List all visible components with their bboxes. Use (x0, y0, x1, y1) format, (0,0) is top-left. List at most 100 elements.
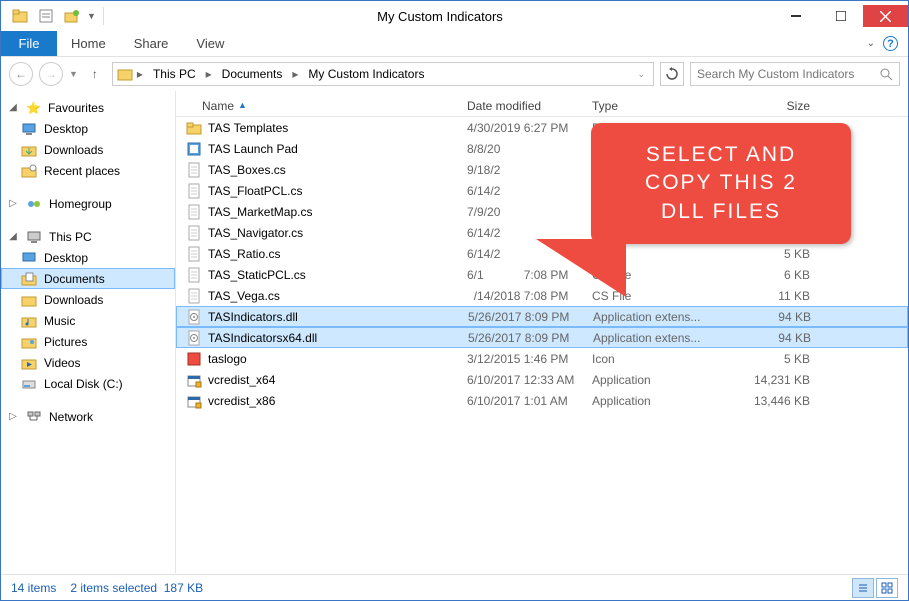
view-icons-button[interactable] (876, 578, 898, 598)
crumb-thispc[interactable]: This PC (147, 63, 202, 85)
back-button[interactable]: ← (9, 62, 33, 86)
minimize-button[interactable] (773, 5, 818, 27)
quick-access-toolbar: ▼ (1, 5, 107, 27)
star-icon: ⭐ (26, 101, 41, 115)
desktop-icon (21, 121, 37, 137)
qat-chevron-icon[interactable]: ▼ (87, 11, 96, 21)
file-row[interactable]: taslogo3/12/2015 1:46 PMIcon5 KB (176, 348, 908, 369)
forward-button[interactable]: → (39, 62, 63, 86)
crumb-arrow-icon[interactable]: ▸ (135, 67, 145, 81)
file-date-cell: 6/10/2017 12:33 AM (461, 373, 586, 387)
file-size-cell: 14,231 KB (706, 373, 816, 387)
tab-home[interactable]: Home (57, 31, 120, 56)
file-row[interactable]: vcredist_x866/10/2017 1:01 AMApplication… (176, 390, 908, 411)
qat-newfolder-icon[interactable] (61, 5, 83, 27)
nav-pc-downloads[interactable]: Downloads (1, 289, 175, 310)
nav-homegroup[interactable]: ▷Homegroup (1, 193, 175, 214)
status-item-count: 14 items (11, 581, 56, 595)
view-details-button[interactable] (852, 578, 874, 598)
file-name-cell: TAS_StaticPCL.cs (176, 267, 461, 283)
file-size-cell: 94 KB (707, 331, 817, 345)
file-date-cell: 3/12/2015 1:46 PM (461, 352, 586, 366)
dll-icon (186, 309, 202, 325)
refresh-button[interactable] (660, 62, 684, 86)
callout-line: COPY THIS 2 (605, 169, 837, 197)
nav-pc-music[interactable]: Music (1, 310, 175, 331)
tab-share[interactable]: Share (120, 31, 183, 56)
file-date-cell: 4/30/2019 6:27 PM (461, 121, 586, 135)
desktop-icon (21, 250, 37, 266)
file-size-cell: 5 KB (706, 352, 816, 366)
crumb-arrow-icon[interactable]: ▸ (290, 67, 300, 81)
file-type-cell: Application extens... (587, 331, 707, 345)
homegroup-icon (26, 196, 42, 212)
file-name-cell: TAS Launch Pad (176, 141, 461, 157)
file-type-cell: Application (586, 373, 706, 387)
file-date-cell: 6/10/2017 1:01 AM (461, 394, 586, 408)
callout-line: DLL FILES (605, 198, 837, 226)
search-box[interactable] (690, 62, 900, 86)
ribbon-chevron-icon[interactable]: ⌄ (867, 38, 875, 49)
tab-file[interactable]: File (1, 31, 57, 56)
nav-thispc[interactable]: ◢This PC (1, 226, 175, 247)
colheader-date[interactable]: Date modified (461, 99, 586, 113)
nav-pc-pictures[interactable]: Pictures (1, 331, 175, 352)
file-name: TASIndicators.dll (208, 310, 298, 324)
file-row[interactable]: TASIndicators.dll5/26/2017 8:09 PMApplic… (176, 306, 908, 327)
nav-pc-localdisk[interactable]: Local Disk (C:) (1, 373, 175, 394)
nav-pc-desktop[interactable]: Desktop (1, 247, 175, 268)
crumb-arrow-icon[interactable]: ▸ (204, 67, 214, 81)
history-chevron-icon[interactable]: ▼ (69, 69, 78, 79)
music-icon (21, 313, 37, 329)
status-selected-count: 2 items selected (70, 581, 157, 595)
file-name-cell: vcredist_x64 (176, 372, 461, 388)
file-name: TAS_StaticPCL.cs (208, 268, 306, 282)
help-icon[interactable]: ? (883, 36, 898, 51)
search-input[interactable] (697, 67, 880, 81)
nav-pc-documents[interactable]: Documents (1, 268, 175, 289)
breadcrumb-folder-icon (117, 66, 133, 82)
nav-fav-desktop[interactable]: Desktop (1, 118, 175, 139)
cs-icon (186, 288, 202, 304)
up-button[interactable]: ↑ (84, 63, 106, 85)
folder-icon (9, 5, 31, 27)
file-name-cell: TAS_Navigator.cs (176, 225, 461, 241)
recent-icon (21, 163, 37, 179)
qat-properties-icon[interactable] (35, 5, 57, 27)
file-row[interactable]: vcredist_x646/10/2017 12:33 AMApplicatio… (176, 369, 908, 390)
crumb-current[interactable]: My Custom Indicators (302, 63, 430, 85)
nav-pane[interactable]: ◢⭐Favourites Desktop Downloads Recent pl… (1, 91, 176, 573)
file-name-cell: TAS_Ratio.cs (176, 246, 461, 262)
disk-icon (21, 376, 37, 392)
qat-separator (103, 7, 104, 25)
callout-box: SELECT AND COPY THIS 2 DLL FILES (591, 123, 851, 244)
crumb-documents[interactable]: Documents (216, 63, 289, 85)
colheader-name[interactable]: Name▲ (176, 99, 461, 113)
column-headers: Name▲ Date modified Type Size (176, 91, 908, 117)
file-name: TAS_MarketMap.cs (208, 205, 312, 219)
nav-network[interactable]: ▷Network (1, 406, 175, 427)
nav-pc-videos[interactable]: Videos (1, 352, 175, 373)
breadcrumb[interactable]: ▸ This PC ▸ Documents ▸ My Custom Indica… (112, 62, 654, 86)
colheader-size[interactable]: Size (706, 99, 816, 113)
nav-favourites[interactable]: ◢⭐Favourites (1, 97, 175, 118)
file-row[interactable]: TASIndicatorsx64.dll5/26/2017 8:09 PMApp… (176, 327, 908, 348)
file-date-cell: 8/8/20 (461, 142, 586, 156)
colheader-type[interactable]: Type (586, 99, 706, 113)
cs-icon (186, 225, 202, 241)
file-date-cell: 6/14/2 (461, 226, 586, 240)
address-bar: ← → ▼ ↑ ▸ This PC ▸ Documents ▸ My Custo… (1, 57, 908, 91)
file-list-pane: Name▲ Date modified Type Size TAS Templa… (176, 91, 908, 573)
maximize-button[interactable] (818, 5, 863, 27)
tab-view[interactable]: View (182, 31, 238, 56)
close-button[interactable] (863, 5, 908, 27)
cs-icon (186, 162, 202, 178)
nav-fav-downloads[interactable]: Downloads (1, 139, 175, 160)
app-icon (186, 141, 202, 157)
view-toggle (852, 578, 898, 598)
callout-line: SELECT AND (605, 141, 837, 169)
nav-fav-recent[interactable]: Recent places (1, 160, 175, 181)
breadcrumb-chevron-icon[interactable]: ⌄ (633, 69, 649, 80)
file-date-cell: 7/9/20 (461, 205, 586, 219)
icon-icon (186, 351, 202, 367)
